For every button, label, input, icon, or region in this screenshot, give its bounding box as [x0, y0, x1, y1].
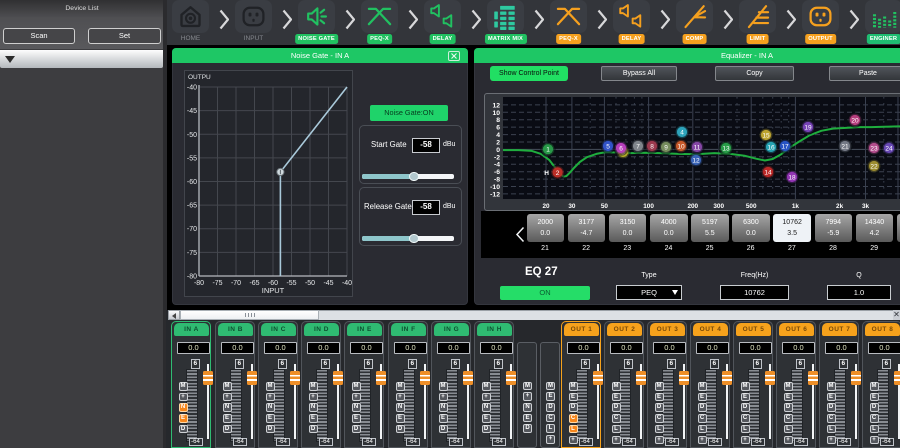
svg-text:19: 19 [804, 124, 812, 131]
svg-text:6: 6 [496, 125, 500, 132]
svg-text:5: 5 [606, 143, 610, 150]
svg-text:7: 7 [636, 143, 640, 150]
svg-text:-50: -50 [305, 280, 315, 287]
svg-text:20: 20 [542, 203, 550, 210]
svg-text:21: 21 [841, 143, 849, 150]
svg-text:10: 10 [677, 143, 685, 150]
svg-text:2k: 2k [836, 203, 844, 210]
svg-text:100: 100 [643, 203, 654, 210]
svg-text:-55: -55 [286, 280, 296, 287]
svg-text:INPUT: INPUT [262, 286, 285, 295]
svg-text:-40: -40 [342, 280, 352, 287]
svg-text:13: 13 [722, 145, 730, 152]
svg-text:23: 23 [870, 145, 878, 152]
svg-text:22: 22 [870, 163, 878, 170]
svg-text:OUTPU: OUTPU [188, 74, 211, 81]
svg-text:14: 14 [764, 169, 772, 176]
svg-text:0: 0 [496, 147, 500, 154]
svg-text:17: 17 [781, 143, 789, 150]
svg-text:50: 50 [601, 203, 609, 210]
svg-text:1k: 1k [792, 203, 800, 210]
svg-text:-45: -45 [323, 280, 333, 287]
svg-text:1: 1 [546, 147, 550, 154]
svg-text:-45: -45 [187, 108, 197, 115]
svg-text:-75: -75 [187, 250, 197, 257]
svg-text:H: H [544, 170, 549, 177]
svg-text:15: 15 [762, 132, 770, 139]
svg-text:-12: -12 [490, 191, 500, 198]
svg-text:4: 4 [496, 132, 500, 139]
svg-text:-60: -60 [187, 179, 197, 186]
svg-text:6: 6 [619, 145, 623, 152]
svg-text:18: 18 [788, 174, 796, 181]
svg-text:500: 500 [746, 203, 757, 210]
svg-text:-75: -75 [212, 280, 222, 287]
svg-text:20: 20 [851, 117, 859, 124]
svg-text:-40: -40 [187, 85, 197, 92]
svg-text:4: 4 [680, 129, 684, 136]
svg-text:11: 11 [694, 144, 701, 151]
svg-text:300: 300 [713, 203, 724, 210]
svg-text:-65: -65 [187, 203, 197, 210]
svg-text:3k: 3k [862, 203, 870, 210]
svg-text:8: 8 [496, 117, 500, 124]
svg-text:2: 2 [496, 140, 500, 147]
svg-text:-6: -6 [494, 169, 500, 176]
svg-text:12: 12 [492, 102, 500, 109]
svg-text:-65: -65 [249, 280, 259, 287]
svg-text:2: 2 [556, 170, 560, 177]
svg-text:24: 24 [885, 145, 893, 152]
svg-text:-8: -8 [494, 177, 500, 184]
svg-text:12: 12 [692, 157, 700, 164]
svg-text:30: 30 [568, 203, 576, 210]
svg-text:-70: -70 [187, 226, 197, 233]
svg-text:200: 200 [687, 203, 698, 210]
svg-text:9: 9 [664, 144, 668, 151]
svg-text:8: 8 [650, 143, 654, 150]
svg-text:-10: -10 [490, 184, 500, 191]
svg-text:-2: -2 [494, 154, 500, 161]
svg-text:10: 10 [492, 110, 500, 117]
svg-text:16: 16 [767, 144, 775, 151]
svg-text:-4: -4 [494, 162, 500, 169]
svg-text:-50: -50 [187, 132, 197, 139]
svg-text:-70: -70 [231, 280, 241, 287]
svg-text:-80: -80 [194, 280, 204, 287]
svg-text:-55: -55 [187, 155, 197, 162]
